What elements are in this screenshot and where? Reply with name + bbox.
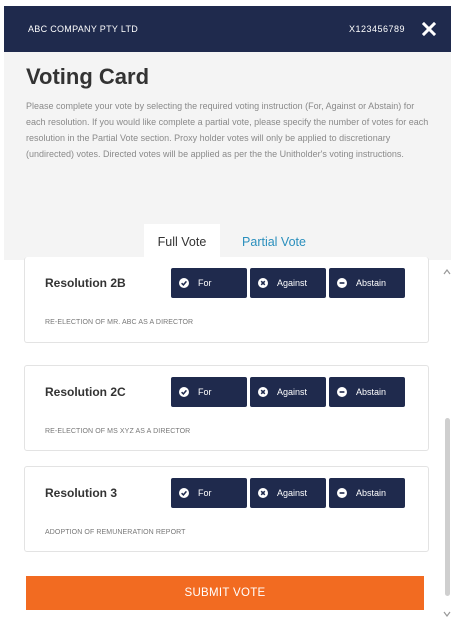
x-circle-icon <box>258 387 268 397</box>
x-circle-icon <box>258 278 268 288</box>
vote-against-label: Against <box>277 387 308 397</box>
vote-against-button[interactable]: Against <box>250 478 326 508</box>
vote-abstain-label: Abstain <box>356 488 387 498</box>
vote-abstain-label: Abstain <box>356 387 387 397</box>
close-icon <box>422 22 436 36</box>
minus-circle-icon <box>337 387 347 397</box>
check-circle-icon <box>179 387 189 397</box>
check-circle-icon <box>179 488 189 498</box>
modal-titlebar: ABC COMPANY PTY LTD X123456789 <box>4 6 451 52</box>
minus-circle-icon <box>337 488 347 498</box>
vote-for-button[interactable]: For <box>171 377 247 407</box>
resolution-title: Resolution 3 <box>45 486 118 500</box>
card-header: Voting Card Please complete your vote by… <box>4 52 451 162</box>
resolution-title: Resolution 2C <box>45 385 126 399</box>
vote-tabs: Full Vote Partial Vote <box>4 224 451 260</box>
resolution-card: Resolution 2B For Against Abstain RE-ELE… <box>24 257 429 343</box>
vote-against-label: Against <box>277 278 308 288</box>
page-title: Voting Card <box>26 64 150 89</box>
instructions-text: Please complete your vote by selecting t… <box>26 101 429 159</box>
voting-card-modal: ABC COMPANY PTY LTD X123456789 Voting Ca… <box>4 6 451 624</box>
resolution-title: Resolution 2B <box>45 276 126 290</box>
vote-for-button[interactable]: For <box>171 268 247 298</box>
submit-vote-button[interactable]: SUBMIT VOTE <box>26 576 424 610</box>
x-circle-icon <box>258 488 268 498</box>
scroll-down-arrow-icon[interactable] <box>443 610 451 618</box>
tab-partial-vote[interactable]: Partial Vote <box>224 224 324 260</box>
close-button[interactable] <box>419 19 439 39</box>
vote-for-label: For <box>198 387 212 397</box>
vote-against-button[interactable]: Against <box>250 268 326 298</box>
scrollbar[interactable] <box>443 260 451 624</box>
resolution-description: ADOPTION OF REMUNERATION REPORT <box>45 529 186 536</box>
vote-abstain-button[interactable]: Abstain <box>329 268 405 298</box>
resolution-card: Resolution 3 For Against Abstain ADOPTIO… <box>24 466 429 552</box>
vote-abstain-label: Abstain <box>356 278 387 288</box>
vote-abstain-button[interactable]: Abstain <box>329 478 405 508</box>
scrollbar-thumb[interactable] <box>445 418 450 596</box>
minus-circle-icon <box>337 278 347 288</box>
resolution-description: RE-ELECTION OF MR. ABC AS A DIRECTOR <box>45 319 194 326</box>
scroll-up-arrow-icon[interactable] <box>443 268 451 276</box>
holder-number: X123456789 <box>348 24 405 34</box>
vote-abstain-button[interactable]: Abstain <box>329 377 405 407</box>
resolutions-panel[interactable]: Resolution 2B For Against Abstain RE-ELE… <box>4 257 451 624</box>
vote-against-label: Against <box>277 488 308 498</box>
resolution-description: RE-ELECTION OF MS XYZ AS A DIRECTOR <box>45 428 191 435</box>
vote-for-label: For <box>198 488 212 498</box>
company-name: ABC COMPANY PTY LTD <box>28 24 139 34</box>
tab-full-vote[interactable]: Full Vote <box>144 224 220 260</box>
resolution-card: Resolution 2C For Against Abstain RE-ELE… <box>24 365 429 451</box>
check-circle-icon <box>179 278 189 288</box>
vote-for-label: For <box>198 278 212 288</box>
vote-for-button[interactable]: For <box>171 478 247 508</box>
vote-against-button[interactable]: Against <box>250 377 326 407</box>
